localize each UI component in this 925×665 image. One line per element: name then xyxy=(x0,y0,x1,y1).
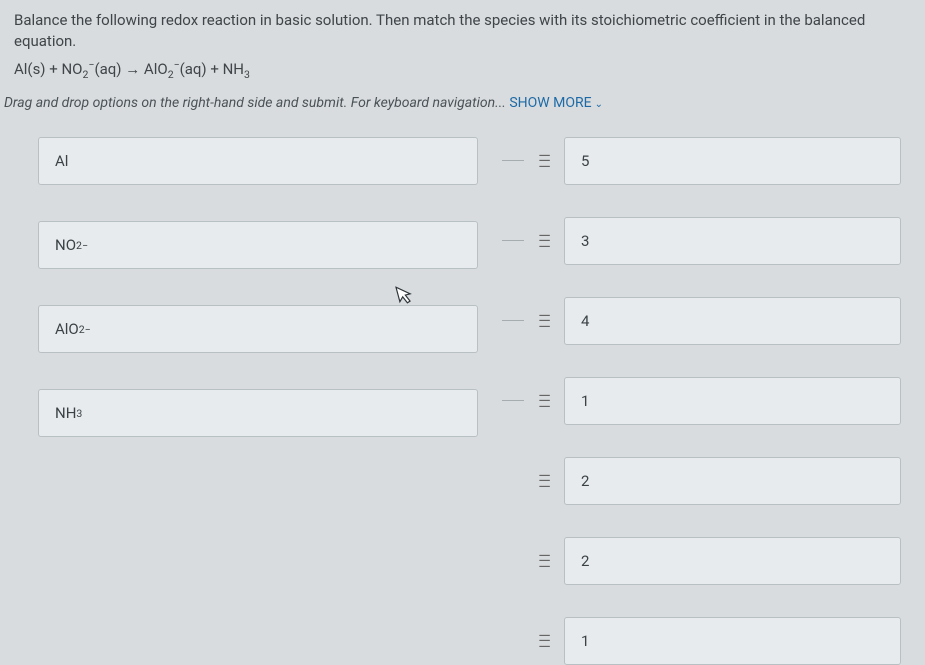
left-item: AlO2− xyxy=(38,305,478,353)
right-option[interactable]: 1 xyxy=(564,617,901,665)
drag-handle-icon[interactable]: ——— xyxy=(536,393,554,410)
drag-handle-icon[interactable]: ——— xyxy=(536,233,554,250)
right-option[interactable]: 3 xyxy=(564,217,901,265)
left-item: Al xyxy=(38,137,478,185)
right-row: ——— 5 xyxy=(502,137,901,185)
connector xyxy=(502,640,524,642)
right-row: ——— 1 xyxy=(502,617,901,665)
left-column: Al NO2− AlO2− NH3 xyxy=(38,133,478,665)
show-more-link[interactable]: SHOW MORE⌄ xyxy=(509,95,603,111)
connector xyxy=(502,400,524,402)
right-option[interactable]: 2 xyxy=(564,537,901,585)
right-option[interactable]: 1 xyxy=(564,377,901,425)
connector xyxy=(502,240,524,242)
equation: Al(s) + NO2−(aq) → AlO2−(aq) + NH3 xyxy=(0,58,925,95)
right-option[interactable]: 4 xyxy=(564,297,901,345)
drag-handle-icon[interactable]: ——— xyxy=(536,313,554,330)
drag-handle-icon[interactable]: ——— xyxy=(536,633,554,650)
drag-handle-icon[interactable]: ——— xyxy=(536,153,554,170)
right-option[interactable]: 2 xyxy=(564,457,901,505)
match-container: AlNO2−AlO2−NH3 ———5———3———4———1———2———2—… xyxy=(0,121,925,665)
connector xyxy=(502,480,524,482)
drag-handle-icon[interactable]: ——— xyxy=(536,473,554,490)
instructions: Drag and drop options on the right-hand … xyxy=(0,95,925,121)
drag-handle-icon[interactable]: ——— xyxy=(536,553,554,570)
connector xyxy=(502,160,524,162)
question-text: Balance the following redox reaction in … xyxy=(0,0,925,58)
right-column: ——— 5 ——— 3 ——— 4 ——— 1 ——— 2 ——— 2 ——— 1 xyxy=(502,133,901,665)
chevron-down-icon: ⌄ xyxy=(595,99,603,110)
right-option[interactable]: 5 xyxy=(564,137,901,185)
left-item: NO2− xyxy=(38,221,478,269)
right-row: ——— 2 xyxy=(502,457,901,505)
right-row: ——— 1 xyxy=(502,377,901,425)
right-row: ——— 2 xyxy=(502,537,901,585)
left-item: NH3 xyxy=(38,389,478,437)
right-row: ——— 4 xyxy=(502,297,901,345)
connector xyxy=(502,320,524,322)
right-row: ——— 3 xyxy=(502,217,901,265)
connector xyxy=(502,560,524,562)
instructions-text: Drag and drop options on the right-hand … xyxy=(4,95,509,111)
